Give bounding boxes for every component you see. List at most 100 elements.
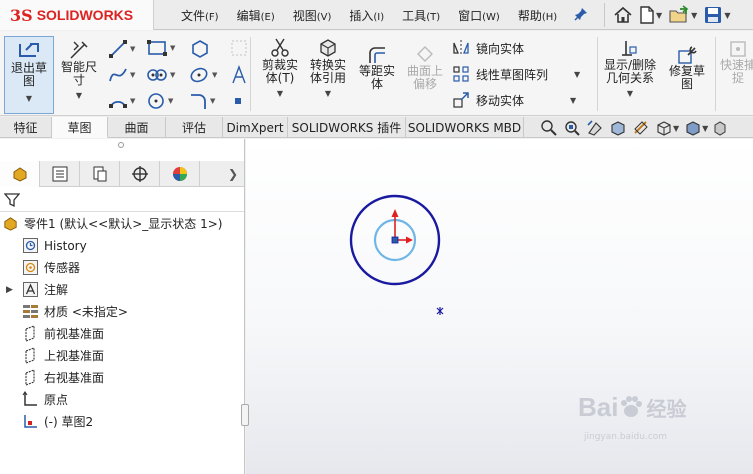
tree-root-part[interactable]: 零件1 (默认<<默认>_显示状态 1>) bbox=[2, 215, 222, 232]
display-style-button[interactable]: ▼ bbox=[684, 119, 708, 137]
chevron-down-icon[interactable]: ▼ bbox=[130, 97, 135, 105]
chevron-down-icon[interactable]: ▼ bbox=[656, 11, 662, 20]
tab-configuration-manager[interactable] bbox=[80, 161, 120, 187]
tree-item-annotations[interactable]: 注解 bbox=[22, 281, 68, 298]
view-orientation-button[interactable]: ▼ bbox=[655, 119, 679, 137]
baidu-watermark: Bai 经验 jingyan.baidu.com bbox=[578, 392, 686, 442]
circle-tool[interactable]: ▼ bbox=[146, 91, 173, 111]
chevron-right-icon[interactable]: ❯ bbox=[228, 167, 238, 181]
spline-tool[interactable]: ▼ bbox=[108, 65, 135, 85]
line-icon bbox=[109, 40, 127, 58]
fillet-tool[interactable]: ▼ bbox=[188, 91, 215, 111]
chevron-down-icon[interactable]: ▼ bbox=[691, 11, 697, 20]
tree-item-origin[interactable]: 原点 bbox=[22, 391, 68, 408]
new-document-button[interactable]: ▼ bbox=[639, 5, 662, 25]
chevron-down-icon[interactable]: ▼ bbox=[26, 92, 32, 105]
tab-property-manager[interactable] bbox=[40, 161, 80, 187]
home-button[interactable] bbox=[613, 5, 633, 25]
move-entities-button[interactable]: 移动实体 ▼ bbox=[452, 91, 576, 109]
sketch-picture-tool bbox=[230, 39, 248, 57]
mirror-entities-button[interactable]: 镜向实体 bbox=[452, 39, 524, 57]
tab-display-manager[interactable] bbox=[160, 161, 200, 187]
chevron-down-icon[interactable]: ▼ bbox=[130, 71, 135, 79]
chevron-down-icon[interactable]: ▼ bbox=[170, 71, 175, 79]
display-delete-relations-button[interactable]: 显示/删除 几何关系 ▼ bbox=[600, 39, 660, 100]
menu-edit[interactable]: 编辑(E) bbox=[228, 7, 284, 24]
menu-insert[interactable]: 插入(I) bbox=[340, 7, 393, 24]
chevron-down-icon[interactable]: ▼ bbox=[570, 96, 576, 105]
tree-item-sensors[interactable]: 传感器 bbox=[22, 259, 80, 276]
chevron-down-icon[interactable]: ▼ bbox=[168, 97, 173, 105]
tree-item-right-plane[interactable]: 右视基准面 bbox=[22, 369, 104, 386]
tab-sketch[interactable]: 草图 bbox=[52, 117, 108, 138]
section-view-button[interactable] bbox=[609, 119, 627, 137]
tree-item-top-plane[interactable]: 上视基准面 bbox=[22, 347, 104, 364]
menu-file[interactable]: 文件(F) bbox=[172, 7, 228, 24]
chevron-down-icon[interactable]: ▼ bbox=[574, 70, 580, 79]
pin-icon[interactable] bbox=[574, 7, 588, 24]
expand-arrow-icon[interactable]: ▶ bbox=[6, 285, 13, 295]
tab-feature-manager[interactable] bbox=[0, 161, 40, 187]
tree-item-front-plane[interactable]: 前视基准面 bbox=[22, 325, 104, 342]
repair-sketch-button[interactable]: 修复草 图 bbox=[664, 45, 710, 91]
dynamic-annotation-button[interactable] bbox=[632, 119, 650, 137]
tab-features[interactable]: 特征 bbox=[0, 117, 52, 138]
ellipse-icon bbox=[190, 67, 208, 83]
relations-icon bbox=[622, 41, 637, 56]
save-button[interactable]: ▼ bbox=[703, 5, 730, 25]
zoom-to-area-button[interactable] bbox=[563, 119, 581, 137]
tab-solidworks-mbd[interactable]: SOLIDWORKS MBD bbox=[406, 117, 524, 138]
slot-tool[interactable]: ▼ bbox=[146, 65, 175, 85]
open-button[interactable]: ▼ bbox=[668, 5, 697, 25]
tab-evaluate[interactable]: 评估 bbox=[166, 117, 223, 138]
panel-handle[interactable] bbox=[118, 142, 124, 148]
previous-view-button[interactable] bbox=[586, 119, 604, 137]
chevron-down-icon[interactable]: ▼ bbox=[325, 87, 331, 100]
polygon-tool[interactable] bbox=[190, 39, 210, 59]
sketch-canvas[interactable] bbox=[246, 139, 753, 474]
line-tool[interactable]: ▼ bbox=[108, 39, 135, 59]
tree-filter[interactable] bbox=[0, 188, 244, 212]
chevron-down-icon[interactable]: ▼ bbox=[673, 124, 679, 133]
tree-item-sketch2[interactable]: (-) 草图2 bbox=[22, 413, 93, 430]
chevron-down-icon[interactable]: ▼ bbox=[170, 44, 175, 52]
tab-surfaces[interactable]: 曲面 bbox=[108, 117, 166, 138]
solidworks-logo[interactable]: 3S SOLIDWORKS bbox=[0, 0, 154, 30]
chevron-down-icon[interactable]: ▼ bbox=[702, 124, 708, 133]
quick-snaps-button[interactable]: 快速捕 捉 bbox=[718, 39, 753, 85]
offset-on-surface-button[interactable]: 曲面上 偏移 bbox=[402, 45, 448, 91]
chevron-down-icon[interactable]: ▼ bbox=[212, 71, 217, 79]
offset-entities-button[interactable]: 等距实 体 bbox=[354, 45, 400, 91]
chevron-down-icon[interactable]: ▼ bbox=[130, 45, 135, 53]
mirror-label: 镜向实体 bbox=[476, 41, 525, 56]
exit-sketch-button[interactable]: 退出草 图 ▼ bbox=[4, 36, 54, 114]
graphics-area[interactable] bbox=[246, 139, 753, 474]
menu-window[interactable]: 窗口(W) bbox=[449, 7, 509, 24]
text-tool[interactable] bbox=[229, 65, 249, 85]
menu-help[interactable]: 帮助(H) bbox=[509, 7, 566, 24]
smart-dimension-button[interactable]: 智能尺 寸 ▼ bbox=[56, 39, 102, 102]
tree-item-history[interactable]: History bbox=[22, 237, 87, 254]
chevron-down-icon[interactable]: ▼ bbox=[210, 97, 215, 105]
chevron-down-icon[interactable]: ▼ bbox=[627, 87, 633, 100]
arc-tool[interactable]: ▼ bbox=[108, 91, 135, 111]
chevron-down-icon[interactable]: ▼ bbox=[724, 11, 730, 20]
tab-dimxpert[interactable]: DimXpert bbox=[223, 117, 288, 138]
menu-tools[interactable]: 工具(T) bbox=[393, 7, 449, 24]
menu-view[interactable]: 视图(V) bbox=[284, 7, 341, 24]
tree-item-material[interactable]: 材质 <未指定> bbox=[22, 303, 128, 320]
tab-dimxpert-manager[interactable] bbox=[120, 161, 160, 187]
sketch-point-icon[interactable] bbox=[436, 307, 444, 315]
trim-entities-button[interactable]: 剪裁实 体(T) ▼ bbox=[256, 37, 304, 100]
point-tool[interactable] bbox=[232, 95, 244, 107]
ellipse-tool[interactable]: ▼ bbox=[188, 65, 217, 85]
linear-pattern-button[interactable]: 线性草图阵列 ▼ bbox=[452, 65, 580, 83]
rectangle-tool[interactable]: ▼ bbox=[146, 39, 175, 57]
chevron-down-icon[interactable]: ▼ bbox=[76, 89, 82, 102]
tab-solidworks-addins[interactable]: SOLIDWORKS 插件 bbox=[288, 117, 406, 138]
convert-entities-button[interactable]: 转换实 体引用 ▼ bbox=[304, 37, 352, 100]
hide-show-items-button[interactable] bbox=[713, 119, 727, 137]
chevron-down-icon[interactable]: ▼ bbox=[277, 87, 283, 100]
panel-splitter-handle[interactable] bbox=[241, 404, 249, 426]
zoom-to-fit-button[interactable] bbox=[540, 119, 558, 137]
